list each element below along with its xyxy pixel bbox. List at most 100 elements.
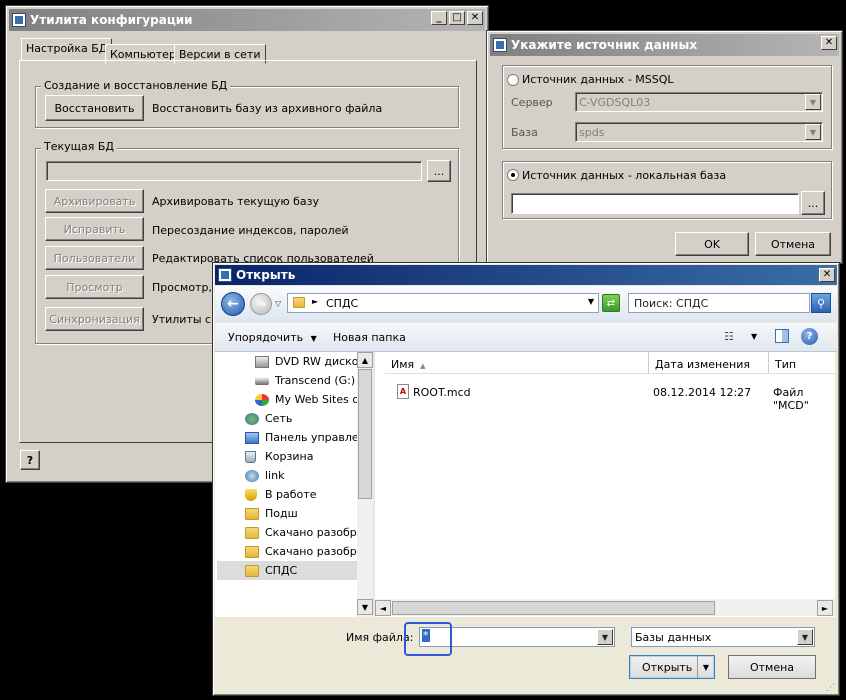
tree-label: link (265, 469, 285, 482)
open-cancel-button[interactable]: Отмена (728, 655, 816, 679)
network-icon (245, 412, 259, 425)
new-folder-button[interactable]: Новая папка (333, 331, 406, 344)
tree-item[interactable]: DVD RW дисково (255, 352, 372, 371)
folder-icon (245, 507, 259, 520)
organize-button[interactable]: Упорядочить ▼ (228, 331, 317, 344)
views-chevron-icon[interactable]: ▼ (751, 332, 757, 341)
mssql-radio[interactable] (507, 74, 519, 86)
base-combo[interactable]: spds ▼ (575, 122, 823, 142)
preview-pane-icon[interactable] (775, 329, 789, 343)
local-radio[interactable] (507, 169, 519, 181)
local-path-field[interactable] (511, 193, 799, 214)
source-titlebar[interactable]: Укажите источник данных ✕ (490, 34, 839, 56)
source-cancel-button[interactable]: Отмена (755, 232, 831, 256)
ok-label: OK (704, 237, 720, 251)
column-header-name[interactable]: Имя ▲ (385, 352, 649, 374)
tab-db-settings[interactable]: Настройка БД (21, 38, 113, 61)
tree-scroll-thumb[interactable] (358, 369, 372, 499)
scroll-right-icon[interactable]: ► (817, 600, 833, 616)
local-browse-button[interactable]: ... (801, 191, 825, 215)
breadcrumb-chevron-icon: ► (312, 297, 319, 306)
source-title: Укажите источник данных (511, 38, 698, 52)
search-icon[interactable]: ⚲ (811, 293, 831, 313)
tree-item[interactable]: В работе (245, 485, 316, 504)
tree-item[interactable]: Корзина (245, 447, 313, 466)
scroll-left-icon[interactable]: ◄ (375, 600, 391, 616)
current-db-browse-button[interactable]: ... (427, 160, 451, 182)
browse-label: ... (433, 164, 445, 178)
chevron-down-icon[interactable]: ▼ (797, 629, 813, 645)
column-label: Дата изменения (655, 358, 750, 371)
tree-label: Корзина (265, 450, 314, 463)
app-icon (218, 268, 232, 282)
close-icon[interactable]: ✕ (819, 268, 835, 282)
control-panel-icon (245, 431, 259, 444)
link-icon (245, 469, 259, 482)
back-icon[interactable]: ← (221, 292, 245, 316)
open-title: Открыть (236, 268, 296, 282)
tree-label: My Web Sites on (275, 393, 367, 406)
cancel-label: Отмена (770, 237, 816, 251)
tree-item[interactable]: Панель управлен (245, 428, 366, 447)
current-db-path-field[interactable] (46, 161, 422, 181)
web-sites-icon (255, 393, 269, 406)
help-button[interactable]: ? (20, 450, 40, 470)
views-icon[interactable]: ☷ (724, 330, 734, 343)
chevron-down-icon[interactable]: ▼ (805, 124, 821, 140)
resize-grip-icon[interactable]: ⋰ (826, 683, 835, 693)
sync-button[interactable]: Синхронизация (45, 307, 144, 331)
scroll-down-icon[interactable]: ▼ (357, 599, 373, 615)
cancel-label: Отмена (749, 660, 795, 674)
open-button[interactable]: Открыть ▼ (629, 655, 715, 679)
refresh-icon[interactable]: ⇄ (602, 294, 620, 312)
filename-focus-ring (404, 622, 452, 656)
chevron-down-icon[interactable]: ▼ (805, 94, 821, 110)
search-input[interactable]: Поиск: СПДС (628, 293, 810, 313)
navigation-pane: DVD RW дисково Transcend (G:) My Web Sit… (215, 352, 373, 617)
tree-item[interactable]: link (245, 466, 284, 485)
config-titlebar[interactable]: Утилита конфигурации _ □ ✕ (9, 9, 485, 31)
file-hscroll-thumb[interactable] (392, 601, 715, 615)
forward-icon[interactable]: → (250, 293, 272, 315)
tree-item[interactable]: Сеть (245, 409, 292, 428)
file-type: Файл "MCD" (773, 386, 809, 412)
open-titlebar[interactable]: Открыть ✕ (215, 265, 837, 285)
server-value: C-VGDSQL03 (579, 96, 651, 109)
tree-item[interactable]: My Web Sites on (255, 390, 366, 409)
help-icon[interactable]: ? (801, 328, 818, 345)
column-header-date[interactable]: Дата изменения (650, 352, 769, 374)
tree-item[interactable]: Подш (245, 504, 298, 523)
server-combo[interactable]: C-VGDSQL03 ▼ (575, 92, 823, 112)
ok-button[interactable]: OK (675, 232, 749, 256)
address-dropdown-icon[interactable]: ▼ (588, 297, 594, 306)
open-split-chevron-icon[interactable]: ▼ (697, 656, 714, 678)
scroll-up-icon[interactable]: ▲ (357, 352, 373, 368)
minimize-icon[interactable]: _ (431, 11, 447, 25)
config-title: Утилита конфигурации (30, 13, 193, 27)
close-icon[interactable]: ✕ (821, 36, 837, 50)
tree-item[interactable]: Скачано разобрат (245, 523, 370, 542)
server-label: Сервер (511, 96, 553, 109)
file-name: ROOT.mcd (413, 386, 471, 399)
archive-button[interactable]: Архивировать (45, 189, 144, 213)
maximize-icon[interactable]: □ (449, 11, 465, 25)
tree-item-selected[interactable]: СПДС (217, 561, 357, 580)
mssql-label: Источник данных - MSSQL (522, 73, 674, 86)
tree-label: Подш (265, 507, 298, 520)
restore-group-label: Создание и восстановление БД (41, 79, 231, 92)
tree-item[interactable]: Transcend (G:) (255, 371, 355, 390)
users-button[interactable]: Пользователи (45, 246, 144, 270)
address-bar[interactable]: ► СПДС ▼ (287, 293, 599, 313)
recent-pages-chevron-icon[interactable]: ▽ (275, 299, 281, 308)
help-icon: ? (26, 453, 34, 467)
filetype-combo[interactable]: Базы данных ▼ (631, 627, 815, 647)
restore-button[interactable]: Восстановить (45, 95, 144, 121)
repair-button[interactable]: Исправить (45, 217, 144, 241)
view-button[interactable]: Просмотр (45, 275, 144, 299)
chevron-down-icon[interactable]: ▼ (597, 629, 613, 645)
close-icon[interactable]: ✕ (467, 11, 483, 25)
table-row[interactable]: A ROOT.mcd 08.12.2014 12:27 Файл "MCD" (385, 383, 835, 412)
column-header-type[interactable]: Тип (770, 352, 835, 374)
tree-label: Панель управлен (265, 431, 366, 444)
tree-item[interactable]: Скачано разобрат (245, 542, 370, 561)
